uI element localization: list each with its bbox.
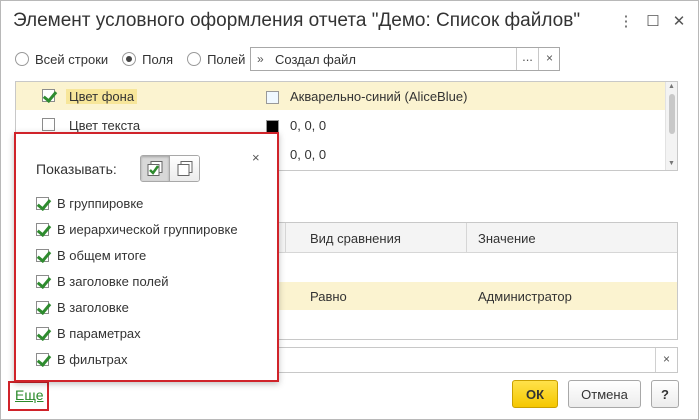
parameter-value: 0, 0, 0 (290, 147, 327, 162)
check-all-icon (147, 160, 163, 176)
checkbox[interactable] (36, 300, 49, 314)
show-options-list: В группировке В иерархической группировк… (36, 190, 238, 372)
checkbox[interactable] (36, 352, 49, 366)
scroll-up-icon[interactable]: ▲ (668, 83, 675, 90)
radio-circle-icon (15, 52, 29, 66)
checkbox[interactable] (36, 248, 49, 262)
option-label: В фильтрах (57, 351, 128, 367)
parameter-name: Цвет фона (66, 89, 138, 104)
more-actions-icon[interactable]: ⋮ (616, 11, 636, 31)
table-row[interactable]: Цвет фона Акварельно-синий (AliceBlue) (16, 82, 666, 110)
radio-label: Поля (142, 51, 174, 67)
comparison-cell: Равно (310, 289, 347, 304)
highlight-frame (8, 381, 49, 411)
radio-whole-row[interactable]: Всей строки (15, 52, 108, 67)
close-icon[interactable]: ✕ (669, 11, 689, 31)
list-item[interactable]: В фильтрах (36, 346, 238, 372)
column-header-value[interactable]: Значение (478, 231, 536, 246)
parameter-value: Акварельно-синий (AliceBlue) (290, 89, 468, 104)
radio-field[interactable]: Поля (122, 52, 173, 67)
select-button[interactable]: ... (516, 48, 538, 70)
radio-fields[interactable]: Полей (187, 52, 245, 67)
option-label: В заголовке полей (57, 273, 169, 289)
list-item[interactable]: В иерархической группировке (36, 216, 238, 242)
checkbox[interactable] (42, 89, 55, 102)
maximize-icon[interactable]: ☐ (643, 11, 663, 31)
checkbox[interactable] (36, 196, 49, 210)
clear-icon[interactable]: × (538, 48, 560, 70)
option-label: В параметрах (57, 325, 141, 341)
uncheck-all-button[interactable] (170, 156, 199, 181)
show-in-popup: × Показывать: В группировке В иерархичес… (14, 132, 279, 382)
checkbox[interactable] (42, 118, 55, 131)
parameter-value: 0, 0, 0 (290, 118, 327, 133)
formatted-fields-value: Создал файл (275, 52, 356, 67)
clear-icon[interactable]: × (655, 348, 677, 372)
checkbox[interactable] (36, 326, 49, 340)
check-all-button[interactable] (141, 156, 171, 181)
list-item[interactable]: В параметрах (36, 320, 238, 346)
option-label: В заголовке (57, 299, 129, 315)
scroll-thumb[interactable] (669, 94, 675, 134)
cancel-button[interactable]: Отмена (568, 380, 641, 408)
dialog-window: Элемент условного оформления отчета "Дем… (0, 0, 699, 420)
uncheck-all-icon (177, 160, 192, 176)
list-item[interactable]: В заголовке (36, 294, 238, 320)
column-header-comparison[interactable]: Вид сравнения (310, 231, 401, 246)
mode-toggle-group (140, 155, 200, 182)
close-icon[interactable]: × (252, 150, 260, 165)
help-button[interactable]: ? (651, 380, 679, 408)
parameter-name: Цвет текста (69, 118, 141, 133)
ok-button[interactable]: ОК (512, 380, 558, 408)
list-item[interactable]: В группировке (36, 190, 238, 216)
radio-label: Всей строки (35, 51, 109, 67)
radio-circle-icon (122, 52, 137, 66)
value-cell: Администратор (478, 289, 572, 304)
radio-circle-icon (187, 52, 202, 66)
radio-label: Полей (207, 51, 246, 67)
checkbox[interactable] (36, 274, 49, 288)
chevrons-icon: » (257, 52, 264, 66)
option-label: В общем итоге (57, 247, 147, 263)
list-item[interactable]: В заголовке полей (36, 268, 238, 294)
apply-to-radio-group: Всей строки Поля Полей (15, 47, 259, 71)
option-label: В иерархической группировке (57, 221, 238, 237)
list-item[interactable]: В общем итоге (36, 242, 238, 268)
checkbox[interactable] (36, 222, 49, 236)
vertical-scrollbar[interactable]: ▲ ▼ (665, 82, 677, 170)
color-swatch-icon (266, 91, 279, 104)
scroll-down-icon[interactable]: ▼ (668, 160, 675, 167)
window-title: Элемент условного оформления отчета "Дем… (13, 10, 581, 31)
formatted-fields-input[interactable]: » Создал файл ... × (250, 47, 560, 71)
show-label: Показывать: (36, 161, 117, 177)
option-label: В группировке (57, 195, 144, 211)
